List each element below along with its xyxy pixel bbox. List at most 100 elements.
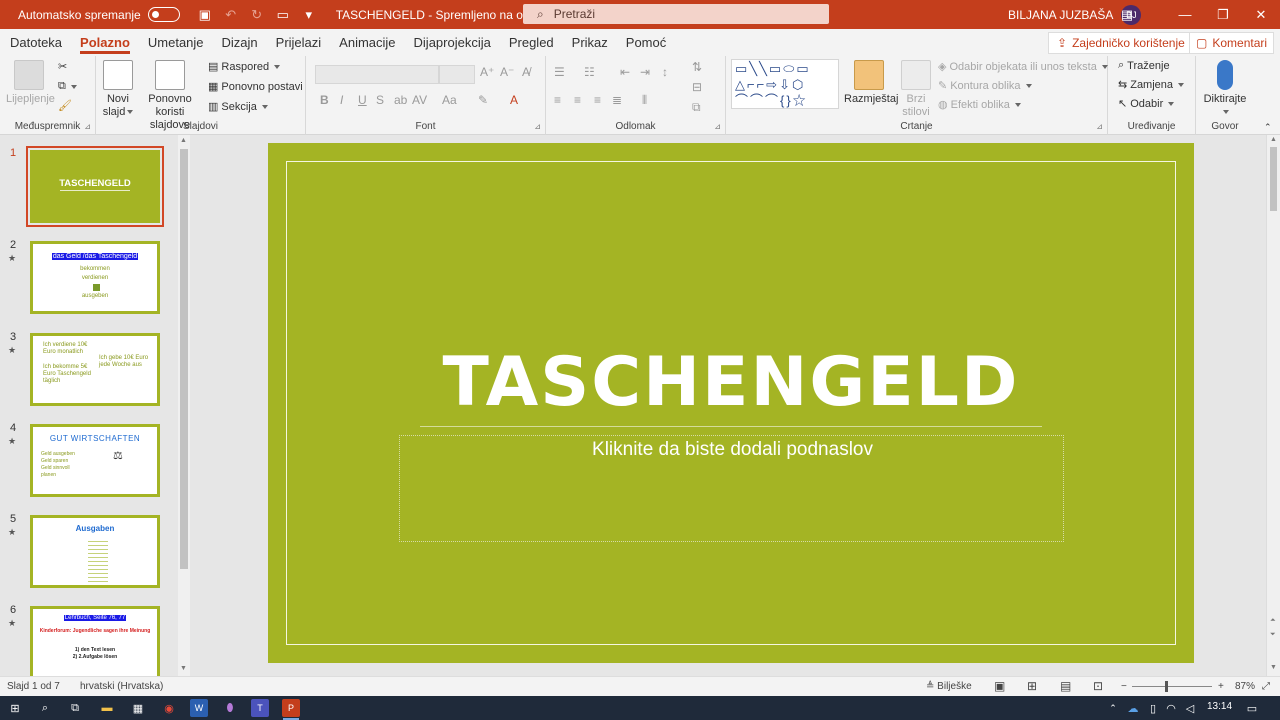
arrange-button[interactable]: Razmještaj <box>844 60 898 106</box>
align-text-icon[interactable]: ⊟ <box>692 80 702 94</box>
share-button[interactable]: ⇪ Zajedničko korištenje <box>1048 32 1194 54</box>
slide-title[interactable]: TASCHENGELD <box>268 343 1194 422</box>
clock[interactable]: 13:14 <box>1207 701 1232 712</box>
slide-sorter-icon[interactable]: ⊞ <box>1027 679 1037 693</box>
increase-indent-icon[interactable]: ⇥ <box>640 65 650 79</box>
find-button[interactable]: ⌕ Traženje <box>1118 59 1170 72</box>
word-icon[interactable]: W <box>190 699 208 717</box>
tab-prijelazi[interactable]: Prijelazi <box>267 29 331 56</box>
zoom-level[interactable]: 87% <box>1235 681 1255 692</box>
paste-button[interactable]: Lijepljenje <box>6 60 55 106</box>
font-name-input[interactable] <box>315 65 439 84</box>
maps-icon[interactable]: ⬮ <box>221 699 239 717</box>
justify-icon[interactable]: ≣ <box>612 93 622 107</box>
shape-effects-button[interactable]: ◍ Efekti oblika <box>938 98 1021 111</box>
align-center-icon[interactable]: ≡ <box>574 93 581 107</box>
dialog-launcher-icon[interactable]: ⊿ <box>534 122 541 131</box>
ribbon-display-options-icon[interactable]: ▤ <box>1110 0 1144 29</box>
file-explorer-icon[interactable]: ▬ <box>98 699 116 717</box>
tab-dizajn[interactable]: Dizajn <box>213 29 267 56</box>
start-slideshow-icon[interactable]: ▭ <box>272 5 294 25</box>
zoom-slider-knob[interactable] <box>1165 681 1168 692</box>
scroll-up-icon[interactable]: ▲ <box>180 137 187 144</box>
zoom-slider[interactable] <box>1132 686 1212 687</box>
current-slide[interactable]: TASCHENGELD Kliknite da biste dodali pod… <box>268 143 1194 663</box>
slide-thumbnail-3[interactable]: Ich verdiene 10€ Euro monatlich Ich beko… <box>30 333 160 406</box>
tab-pregled[interactable]: Pregled <box>500 29 563 56</box>
slideshow-view-icon[interactable]: ⊡ <box>1093 679 1103 693</box>
dialog-launcher-icon[interactable]: ⊿ <box>714 122 721 131</box>
tab-polazno[interactable]: Polazno <box>71 29 139 56</box>
replace-button[interactable]: ⇆ Zamjena <box>1118 78 1185 91</box>
underline-button[interactable]: U <box>358 93 367 107</box>
scrollbar-thumb[interactable] <box>1270 147 1277 211</box>
dialog-launcher-icon[interactable]: ⊿ <box>84 122 91 131</box>
comments-button[interactable]: ▢ Komentari <box>1189 32 1275 54</box>
search-icon[interactable]: ⌕ <box>36 699 54 717</box>
highlight-icon[interactable]: ✎ <box>478 93 488 107</box>
shape-outline-button[interactable]: ✎ Kontura oblika <box>938 79 1032 92</box>
volume-icon[interactable]: ◁ <box>1181 699 1199 717</box>
line-spacing-icon[interactable]: ↕ <box>662 65 668 79</box>
zoom-out-icon[interactable]: − <box>1121 681 1127 692</box>
thumbnails-scrollbar[interactable]: ▲ ▼ <box>178 135 190 676</box>
wifi-icon[interactable]: ◠ <box>1162 699 1180 717</box>
tab-umetanje[interactable]: Umetanje <box>139 29 213 56</box>
select-button[interactable]: ↖ Odabir <box>1118 97 1175 110</box>
tab-prikaz[interactable]: Prikaz <box>563 29 617 56</box>
onedrive-icon[interactable]: ☁ <box>1124 699 1142 717</box>
reset-button[interactable]: ▦ Ponovno postavi <box>208 80 303 94</box>
slide-scrollbar[interactable]: ▲ ⏶ ⏷ ▼ <box>1266 135 1280 676</box>
layout-button[interactable]: ▤ Raspored <box>208 60 281 73</box>
notes-button[interactable]: ≜ Bilješke <box>926 681 972 692</box>
collapse-ribbon-icon[interactable]: ⌃ <box>1264 122 1272 133</box>
teams-icon[interactable]: T <box>251 699 269 717</box>
tab-datoteka[interactable]: Datoteka <box>1 29 71 56</box>
new-slide-button[interactable]: Novi slajd <box>100 60 136 119</box>
restore-icon[interactable]: ❐ <box>1204 0 1242 29</box>
dialog-launcher-icon[interactable]: ⊿ <box>1096 122 1103 131</box>
dictate-button[interactable]: Diktirajte <box>1198 60 1252 119</box>
strikethrough-button[interactable]: S <box>376 93 384 107</box>
windows-start-icon[interactable]: ⊞ <box>6 699 24 717</box>
grow-font-icon[interactable]: A⁺ <box>480 65 494 79</box>
tab-animacije[interactable]: Animacije <box>330 29 404 56</box>
task-view-icon[interactable]: ⧉ <box>66 699 84 717</box>
decrease-indent-icon[interactable]: ⇤ <box>620 65 630 79</box>
notifications-icon[interactable]: ▭ <box>1243 699 1261 717</box>
font-size-input[interactable] <box>439 65 475 84</box>
spacing-icon[interactable]: AV <box>412 93 427 107</box>
numbering-icon[interactable]: ☷ <box>584 65 595 79</box>
customize-toolbar-icon[interactable]: ▾ <box>298 5 320 25</box>
scroll-up-icon[interactable]: ▲ <box>1270 136 1277 143</box>
powerpoint-icon[interactable]: P <box>282 699 300 720</box>
bold-button[interactable]: B <box>320 93 329 107</box>
shapes-gallery[interactable]: ▭╲╲▭⬭▭ △⌐⌐⇨⇩⬡ ⌒⌒⌒{}☆ <box>731 59 839 109</box>
text-direction-icon[interactable]: ⇅ <box>692 60 702 74</box>
subtitle-placeholder[interactable]: Kliknite da biste dodali podnaslov <box>399 435 1064 542</box>
autosave-control[interactable]: Automatsko spremanje <box>18 7 180 22</box>
close-icon[interactable]: ✕ <box>1242 0 1280 29</box>
hidden-icons-chevron-icon[interactable]: ⌃ <box>1104 699 1122 717</box>
columns-icon[interactable]: ⫴ <box>642 93 647 108</box>
scroll-down-icon[interactable]: ▼ <box>1270 664 1277 671</box>
zoom-in-icon[interactable]: + <box>1218 681 1224 692</box>
shape-fill-button[interactable]: ◈ Odabir objekata ili unos teksta <box>938 60 1108 73</box>
slide-thumbnail-5[interactable]: Ausgaben <box>30 515 160 588</box>
copy-icon[interactable]: ⧉ <box>58 80 77 93</box>
format-painter-icon[interactable]: 🖌 <box>58 99 72 112</box>
character-spacing-icon[interactable]: ab <box>394 93 407 107</box>
slide-thumbnail-4[interactable]: GUT WIRTSCHAFTEN Geld ausgeben Geld spar… <box>30 424 160 497</box>
quick-styles-button[interactable]: Brzi stilovi <box>896 60 936 119</box>
autosave-toggle[interactable] <box>147 7 180 22</box>
battery-icon[interactable]: ▯ <box>1144 699 1162 717</box>
bullets-icon[interactable]: ☰ <box>554 65 565 79</box>
language-indicator[interactable]: hrvatski (Hrvatska) <box>80 681 163 692</box>
reading-view-icon[interactable]: ▤ <box>1060 679 1071 693</box>
chrome-icon[interactable]: ◉ <box>160 699 178 717</box>
redo-icon[interactable]: ↻ <box>246 5 268 25</box>
search-input[interactable]: ⌕ Pretraži <box>523 4 829 24</box>
scroll-down-icon[interactable]: ▼ <box>180 665 187 672</box>
tab-pomoc[interactable]: Pomoć <box>617 29 675 56</box>
align-right-icon[interactable]: ≡ <box>594 93 601 107</box>
